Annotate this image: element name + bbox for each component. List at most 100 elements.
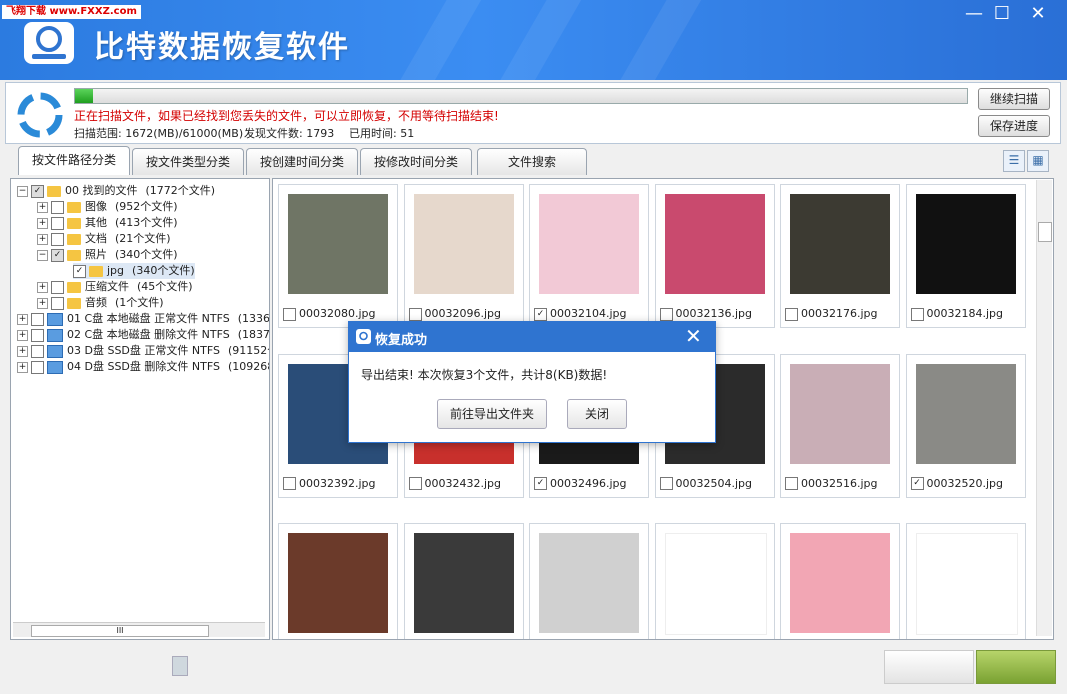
folder-icon (67, 249, 81, 261)
file-name: 00032136.jpg (675, 307, 753, 320)
file-checkbox[interactable] (408, 307, 422, 321)
tree-item[interactable]: +02 C盘 本地磁盘 删除文件 NTFS (1837 (17, 327, 270, 343)
tree-item-checkbox[interactable]: ✓ (73, 264, 86, 278)
tab-by-created[interactable]: 按创建时间分类 (246, 148, 358, 175)
expand-icon[interactable]: + (37, 201, 48, 213)
tree-item-count: (340个文件) (115, 248, 178, 261)
collapse-icon[interactable]: − (37, 249, 48, 261)
file-thumbnail[interactable] (780, 523, 900, 639)
bottom-file-icon (172, 656, 188, 676)
expand-icon[interactable]: + (37, 297, 48, 309)
list-view-icon[interactable]: ☰ (1003, 150, 1025, 172)
file-thumbnail[interactable]: 00032096.jpg (403, 184, 524, 328)
close-window-button[interactable]: ✕ (1022, 3, 1054, 25)
dialog-close-icon[interactable]: ✕ (685, 324, 702, 348)
tree-item[interactable]: − ✓ 照片 (340个文件) (37, 247, 178, 263)
tree-item-checkbox[interactable] (31, 312, 44, 326)
bottom-secondary-button[interactable] (884, 650, 974, 684)
tree-item-checkbox[interactable] (51, 232, 64, 246)
tree-item[interactable]: ✓ jpg (340个文件) (73, 263, 195, 279)
tree-item-count: (21个文件) (115, 232, 171, 245)
expand-icon[interactable]: + (17, 329, 28, 341)
tree-item[interactable]: + 音频 (1个文件) (37, 295, 164, 311)
file-checkbox[interactable] (283, 307, 296, 321)
file-thumbnail[interactable] (654, 523, 775, 639)
folder-icon (67, 233, 81, 245)
bottom-primary-button[interactable] (976, 650, 1056, 684)
tab-by-path[interactable]: 按文件路径分类 (18, 146, 130, 175)
tree-item[interactable]: + 文档 (21个文件) (37, 231, 171, 247)
grid-view-icon[interactable]: ▦ (1027, 150, 1049, 172)
file-thumbnail[interactable]: ✓ 00032104.jpg (529, 184, 649, 328)
dialog-close-button[interactable]: 关闭 (567, 399, 627, 429)
tree-item-checkbox[interactable]: ✓ (51, 248, 64, 262)
open-export-folder-button[interactable]: 前往导出文件夹 (437, 399, 547, 429)
collapse-icon[interactable]: − (17, 185, 28, 197)
folder-icon (47, 185, 61, 197)
tree-item[interactable]: − ✓ 00 找到的文件 (1772个文件) (17, 183, 215, 199)
tree-item-label: 其他 (85, 216, 107, 229)
expand-icon[interactable]: + (37, 281, 48, 293)
save-progress-button[interactable]: 保存进度 (978, 115, 1050, 137)
expand-icon[interactable]: + (17, 313, 28, 325)
file-thumbnail[interactable] (278, 523, 398, 639)
scan-range: 扫描范围: 1672(MB)/61000(MB) (74, 127, 244, 140)
app-title: 比特数据恢复软件 (94, 30, 350, 65)
grid-vertical-scrollbar[interactable] (1036, 180, 1052, 636)
file-checkbox[interactable] (408, 477, 422, 490)
file-thumbnail[interactable] (905, 523, 1026, 639)
tree-scroll-thumb[interactable]: III (31, 625, 209, 637)
file-checkbox[interactable] (785, 477, 798, 490)
file-thumbnail[interactable]: 00032184.jpg (905, 184, 1026, 328)
file-thumbnail[interactable]: 00032136.jpg (654, 184, 775, 328)
file-checkbox[interactable] (283, 477, 296, 490)
tree-item-label: 01 C盘 本地磁盘 正常文件 NTFS (67, 312, 230, 325)
file-checkbox[interactable]: ✓ (910, 477, 924, 490)
tree-item[interactable]: + 图像 (952个文件) (37, 199, 178, 215)
tree-item-label: 照片 (85, 248, 107, 261)
thumbnail-image (915, 533, 1018, 635)
grid-scroll-thumb[interactable] (1038, 222, 1052, 242)
tree-item-checkbox[interactable] (31, 344, 44, 358)
expand-icon[interactable]: + (37, 217, 48, 229)
expand-icon[interactable]: + (17, 345, 28, 357)
tree-item-label: 音频 (85, 296, 107, 309)
tab-by-modified[interactable]: 按修改时间分类 (360, 148, 472, 175)
file-checkbox[interactable] (659, 477, 673, 490)
maximize-button[interactable]: ☐ (986, 3, 1018, 25)
tab-by-type[interactable]: 按文件类型分类 (132, 148, 244, 175)
tree-item-checkbox[interactable]: ✓ (31, 184, 44, 198)
tree-item-checkbox[interactable] (51, 280, 64, 294)
tab-file-search[interactable]: 文件搜索 (477, 148, 587, 175)
folder-icon (67, 201, 81, 213)
folder-tree: − ✓ 00 找到的文件 (1772个文件) + 图像 (952个文件) + 其他 (413个文件… (10, 178, 270, 640)
expand-icon[interactable]: + (37, 233, 48, 245)
tree-item-checkbox[interactable] (31, 328, 44, 342)
file-thumbnail[interactable]: 00032516.jpg (780, 353, 900, 498)
file-thumbnail[interactable]: 00032176.jpg (780, 184, 900, 328)
file-thumbnail[interactable]: 00032080.jpg (278, 184, 398, 328)
file-thumbnail[interactable]: ✓ 00032520.jpg (905, 353, 1026, 498)
file-checkbox[interactable]: ✓ (534, 307, 547, 321)
tree-item[interactable]: + 压缩文件 (45个文件) (37, 279, 193, 295)
tree-item-checkbox[interactable] (31, 360, 44, 374)
tree-item-checkbox[interactable] (51, 200, 64, 214)
file-checkbox[interactable]: ✓ (534, 477, 547, 490)
tree-item[interactable]: +01 C盘 本地磁盘 正常文件 NTFS (1336 (17, 311, 269, 327)
file-name: 00032504.jpg (675, 476, 753, 490)
file-thumbnail[interactable] (403, 523, 524, 639)
file-checkbox[interactable] (910, 307, 924, 321)
tree-item-checkbox[interactable] (51, 216, 64, 230)
tree-item-count: (1837 (237, 328, 270, 341)
file-checkbox[interactable] (785, 307, 798, 321)
tree-item[interactable]: +03 D盘 SSD盘 正常文件 NTFS (91152个 (17, 343, 269, 359)
file-thumbnail[interactable] (529, 523, 649, 639)
tree-item[interactable]: + 其他 (413个文件) (37, 215, 178, 231)
expand-icon[interactable]: + (17, 361, 28, 373)
tree-item-label: 03 D盘 SSD盘 正常文件 NTFS (67, 344, 220, 357)
tree-horizontal-scrollbar[interactable]: III (13, 622, 265, 637)
tree-item-checkbox[interactable] (51, 296, 64, 310)
continue-scan-button[interactable]: 继续扫描 (978, 88, 1050, 110)
file-checkbox[interactable] (659, 307, 673, 321)
tree-item[interactable]: +04 D盘 SSD盘 删除文件 NTFS (109268 (17, 359, 269, 375)
